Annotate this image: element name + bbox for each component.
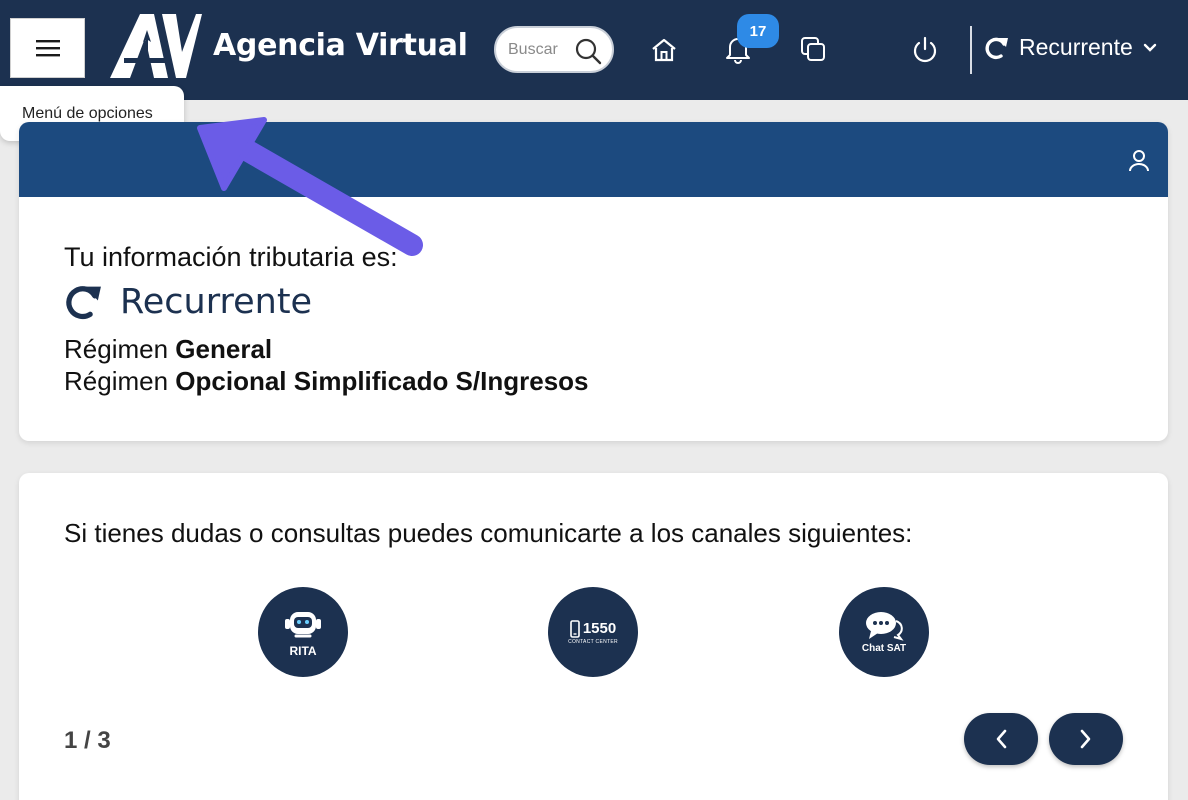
- recurrent-arrow-icon: [985, 37, 1008, 59]
- pager-indicator: 1 / 3: [64, 727, 111, 754]
- search-box[interactable]: [494, 26, 614, 73]
- tax-info-intro: Tu información tributaria es:: [64, 242, 398, 272]
- regime-name: Opcional Simplificado S/Ingresos: [175, 366, 589, 396]
- profile-dropdown[interactable]: Recurrente: [984, 34, 1157, 61]
- agencia-virtual-logo: [110, 14, 202, 78]
- channel-1550-button[interactable]: 1550 CONTACT CENTER: [548, 587, 638, 677]
- top-navigation-bar: Agencia Virtual 17 Recurrente: [0, 0, 1188, 100]
- channel-label: RITA: [289, 644, 317, 658]
- recurrent-arrow-icon: [66, 286, 101, 320]
- next-button[interactable]: [1049, 713, 1123, 765]
- notifications-badge[interactable]: 17: [737, 14, 779, 48]
- chevron-left-icon: [996, 729, 1007, 749]
- rita-robot-icon: [285, 612, 321, 638]
- chevron-down-icon: [1143, 43, 1156, 52]
- app-title: Agencia Virtual: [213, 28, 468, 63]
- hamburger-menu-icon: [35, 40, 60, 57]
- regime-line: Régimen General: [64, 334, 272, 365]
- tax-card-header: [19, 122, 1168, 197]
- tax-info-card: Tu información tributaria es: Recurrente…: [19, 122, 1168, 441]
- regime-prefix: Régimen: [64, 334, 169, 364]
- channel-rita-button[interactable]: RITA: [258, 587, 348, 677]
- user-icon[interactable]: [1128, 149, 1150, 173]
- channel-chat-sat-button[interactable]: Chat SAT: [839, 587, 929, 677]
- menu-button[interactable]: [10, 18, 85, 78]
- header-divider: [970, 26, 972, 74]
- previous-button[interactable]: [964, 713, 1038, 765]
- regime-name: General: [175, 334, 273, 364]
- chevron-right-icon: [1080, 729, 1091, 749]
- regime-prefix: Régimen: [64, 366, 169, 396]
- channel-sublabel: CONTACT CENTER: [568, 638, 618, 645]
- copy-windows-icon[interactable]: [800, 36, 826, 62]
- regime-line: Régimen Opcional Simplificado S/Ingresos: [64, 366, 589, 397]
- contact-intro: Si tienes dudas o consultas puedes comun…: [64, 518, 913, 548]
- channel-label: 1550: [582, 620, 617, 637]
- chat-bubbles-icon: [866, 611, 904, 641]
- home-icon[interactable]: [650, 37, 678, 63]
- phone-icon: [570, 619, 580, 638]
- tax-status: Recurrente: [64, 282, 312, 322]
- tax-status-label: Recurrente: [120, 282, 313, 322]
- power-icon[interactable]: [911, 36, 939, 64]
- profile-label: Recurrente: [1019, 34, 1133, 60]
- channel-label: Chat SAT: [861, 642, 907, 654]
- search-input[interactable]: [508, 40, 570, 59]
- search-icon[interactable]: [574, 37, 602, 65]
- contact-channels-card: Si tienes dudas o consultas puedes comun…: [19, 473, 1168, 800]
